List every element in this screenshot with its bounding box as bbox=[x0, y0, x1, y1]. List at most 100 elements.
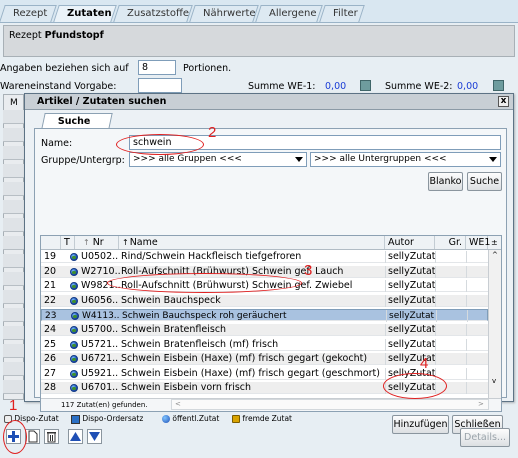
table-row[interactable]: 24 U5700.. Schwein Bratenfleisch sellyZutat bbox=[41, 324, 488, 336]
column-nr[interactable]: ↑ Nr bbox=[75, 236, 119, 249]
calculator-icon-2[interactable] bbox=[493, 80, 504, 91]
row-nr: U6056.. bbox=[81, 294, 119, 306]
row-nr: W2710.. bbox=[81, 265, 121, 277]
annotation-ellipse-4 bbox=[383, 373, 447, 399]
suche-button[interactable]: Suche bbox=[467, 172, 502, 191]
summe-we1-label: Summe WE-1: bbox=[248, 81, 316, 92]
move-up-button[interactable] bbox=[68, 429, 83, 444]
annotation-number-4: 4 bbox=[420, 355, 429, 372]
tab-filter[interactable]: Filter bbox=[319, 5, 365, 22]
row-autor: sellyZutat bbox=[388, 338, 436, 350]
trash-icon bbox=[47, 432, 56, 443]
background-row bbox=[3, 344, 24, 358]
wareneinstand-input[interactable] bbox=[138, 78, 182, 93]
column-divider bbox=[385, 251, 386, 263]
background-row bbox=[3, 236, 24, 250]
sort-arrow-icon: ↑ bbox=[122, 238, 129, 247]
close-icon[interactable]: x bbox=[498, 96, 509, 107]
globe-icon bbox=[70, 326, 78, 334]
tab-naehrwerte[interactable]: Nährwerte bbox=[189, 5, 259, 22]
annotation-ellipse-1 bbox=[3, 420, 27, 454]
move-down-button[interactable] bbox=[87, 429, 102, 444]
column-we1[interactable]: WE1 bbox=[466, 236, 490, 249]
row-number: 24 bbox=[44, 324, 57, 335]
scroll-right-icon[interactable]: > bbox=[478, 400, 484, 408]
scroll-down-icon[interactable]: v bbox=[492, 377, 496, 385]
column-divider bbox=[467, 310, 468, 323]
annotation-number-2: 2 bbox=[208, 124, 217, 141]
gruppe-label: Gruppe/Untergrp: bbox=[41, 155, 125, 166]
sort-arrow-icon: ↑ bbox=[83, 238, 90, 247]
column-divider bbox=[466, 265, 467, 278]
vertical-scrollbar[interactable]: ^ v bbox=[488, 250, 501, 411]
row-name: Schwein Bratenfleisch (mf) frisch bbox=[121, 338, 279, 350]
column-divider bbox=[385, 367, 386, 380]
scroll-up-icon[interactable]: ^ bbox=[492, 251, 498, 259]
background-row bbox=[3, 308, 24, 322]
lock-icon bbox=[232, 415, 240, 423]
annotation-ellipse-2 bbox=[116, 134, 204, 155]
row-autor: sellyZutat bbox=[389, 311, 434, 322]
column-chooser-icon[interactable]: ± bbox=[488, 236, 501, 249]
row-number: 23 bbox=[45, 311, 57, 322]
legend-fremde: fremde Zutat bbox=[232, 413, 292, 424]
row-number: 22 bbox=[44, 294, 57, 306]
untergruppe-select[interactable]: >>> alle Untergruppen <<< bbox=[310, 152, 501, 167]
tab-zutaten[interactable]: Zutaten bbox=[53, 5, 117, 22]
calculator-icon[interactable] bbox=[360, 80, 371, 91]
row-nr: U6701.. bbox=[81, 382, 119, 394]
globe-icon bbox=[70, 282, 78, 291]
annotation-number-3: 3 bbox=[304, 262, 313, 279]
background-row bbox=[3, 326, 24, 340]
column-autor[interactable]: Autor bbox=[385, 236, 435, 249]
column-divider bbox=[435, 294, 436, 307]
column-t[interactable]: T bbox=[61, 236, 75, 249]
search-panel: Name: schwein Gruppe/Untergrp: >>> alle … bbox=[34, 128, 507, 434]
row-nr: U0502.. bbox=[81, 251, 119, 262]
row-name: Schwein Eisbein vorn frisch bbox=[121, 382, 252, 394]
row-number: 25 bbox=[44, 338, 57, 350]
portions-input[interactable]: 8 bbox=[138, 60, 176, 75]
tab-rezept[interactable]: Rezept bbox=[0, 5, 57, 22]
delete-button[interactable] bbox=[44, 429, 59, 444]
name-label: Name: bbox=[41, 138, 73, 149]
portions-suffix: Portionen. bbox=[183, 63, 232, 74]
summe-we2-label: Summe WE-2: bbox=[385, 81, 453, 92]
hinzufuegen-button[interactable]: Hinzufügen bbox=[392, 415, 449, 434]
globe-icon bbox=[71, 312, 79, 321]
tab-zusatzstoffe[interactable]: Zusatzstoffe bbox=[113, 5, 193, 22]
column-divider bbox=[385, 338, 386, 351]
angaben-label: Angaben beziehen sich auf bbox=[0, 63, 129, 74]
arrow-up-icon bbox=[70, 432, 81, 441]
tab-allergene[interactable]: Allergene bbox=[255, 5, 323, 22]
wareneinstand-label: Wareneinstand Vorgabe: bbox=[0, 81, 117, 92]
row-nr: U5721.. bbox=[81, 338, 119, 350]
column-divider bbox=[466, 294, 467, 307]
legend-oeffentl: öffentl.Zutat bbox=[162, 413, 219, 424]
scroll-left-icon[interactable]: < bbox=[175, 400, 181, 408]
horizontal-scrollbar[interactable]: < > bbox=[171, 399, 489, 410]
table-row[interactable]: 23 W4113.. Schwein Bauchspeck roh geräuche… bbox=[41, 309, 488, 323]
details-button[interactable]: Details... bbox=[460, 428, 510, 447]
column-name[interactable]: ↑Name bbox=[119, 236, 385, 249]
recipe-label: Rezept bbox=[9, 30, 42, 41]
new-document-button[interactable] bbox=[25, 429, 40, 444]
blanko-button[interactable]: Blanko bbox=[428, 172, 463, 191]
background-row bbox=[3, 146, 24, 160]
background-row bbox=[3, 200, 24, 214]
column-divider bbox=[466, 324, 467, 336]
table-row[interactable]: 22 U6056.. Schwein Bauchspeck sellyZutat bbox=[41, 294, 488, 307]
column-divider bbox=[385, 280, 386, 293]
column-gr[interactable]: Gr. bbox=[435, 236, 466, 249]
column-divider bbox=[435, 353, 436, 366]
arrow-down-icon bbox=[89, 432, 100, 441]
background-row bbox=[3, 110, 24, 124]
row-autor: sellyZutat bbox=[388, 324, 436, 335]
column-divider bbox=[466, 382, 467, 395]
dialog-title: Artikel / Zutaten suchen bbox=[25, 94, 513, 110]
table-row[interactable]: 19 U0502.. Rind/Schwein Hackfleisch tiefge… bbox=[41, 251, 488, 263]
recipe-header: Rezept Pfundstopf bbox=[3, 25, 515, 57]
chevron-down-icon bbox=[295, 157, 303, 162]
table-row[interactable]: 25 U5721.. Schwein Bratenfleisch (mf) fris… bbox=[41, 338, 488, 351]
tab-suche[interactable]: Suche bbox=[41, 113, 113, 129]
